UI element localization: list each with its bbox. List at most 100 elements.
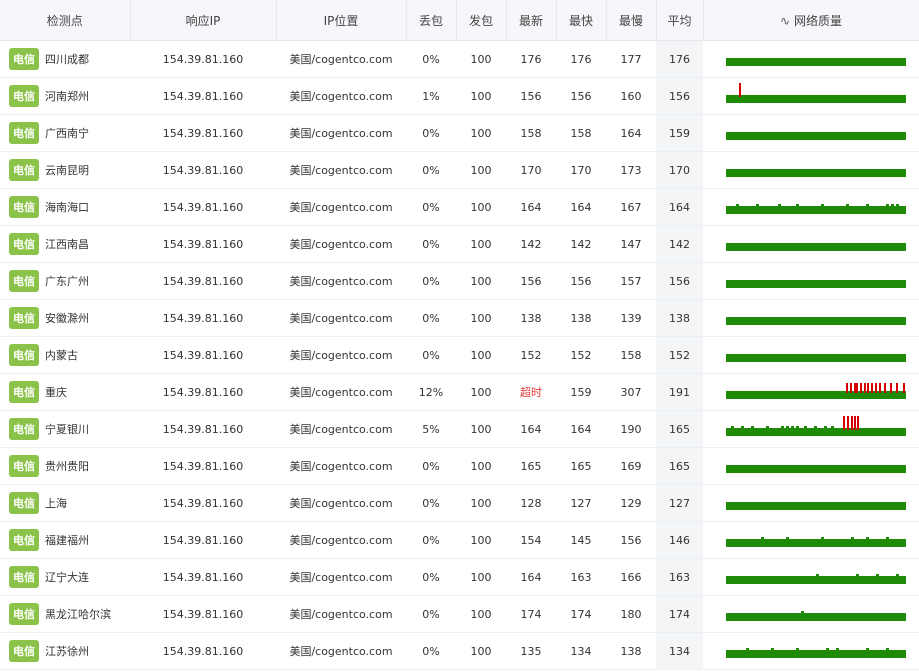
col-header-fastest[interactable]: 最快 (556, 0, 607, 41)
quality-bar (726, 605, 906, 623)
col-header-sent[interactable]: 发包 (456, 0, 507, 41)
table-row[interactable]: 电信 福建福州 154.39.81.160 美国/cogentco.com 0% 100 1… (0, 521, 919, 559)
col-header-avg[interactable]: 平均 (656, 0, 704, 41)
table-row[interactable]: 电信 宁夏银川 154.39.81.160 美国/cogentco.com 5% 100 1… (0, 410, 919, 448)
quality-cell (703, 151, 919, 189)
slowest-cell: 129 (606, 484, 656, 522)
table-row[interactable]: 电信 重庆 154.39.81.160 美国/cogentco.com 12% 100 超时… (0, 373, 919, 411)
latency-nick (751, 426, 754, 429)
sent-cell: 100 (456, 484, 506, 522)
sent-cell: 100 (456, 632, 506, 670)
table-row[interactable]: 电信 内蒙古 154.39.81.160 美国/cogentco.com 0% 100 15… (0, 336, 919, 374)
table-row[interactable]: 电信 海南海口 154.39.81.160 美国/cogentco.com 0% 100 1… (0, 188, 919, 226)
quality-bar (726, 235, 906, 253)
quality-bar (726, 272, 906, 290)
latest-cell: 156 (506, 262, 556, 300)
quality-bar-base (726, 206, 906, 214)
col-header-node[interactable]: 检测点 (0, 0, 131, 41)
latency-nick (804, 426, 807, 429)
fastest-cell: 156 (556, 77, 606, 115)
quality-bar (726, 568, 906, 586)
col-header-location[interactable]: IP位置 (276, 0, 407, 41)
packet-loss-spike (860, 383, 862, 393)
isp-badge: 电信 (9, 233, 39, 255)
node-cell: 电信 辽宁大连 (0, 558, 130, 596)
slowest-cell: 173 (606, 151, 656, 189)
table-row[interactable]: 电信 广西南宁 154.39.81.160 美国/cogentco.com 0% 100 1… (0, 114, 919, 152)
table-row[interactable]: 电信 江西南昌 154.39.81.160 美国/cogentco.com 0% 100 1… (0, 225, 919, 263)
quality-cell (703, 336, 919, 374)
loss-cell: 0% (406, 225, 456, 263)
table-row[interactable]: 电信 四川成都 154.39.81.160 美国/cogentco.com 0% 100 1… (0, 40, 919, 78)
sent-cell: 100 (456, 262, 506, 300)
node-cell: 电信 四川成都 (0, 40, 130, 78)
fastest-cell: 127 (556, 484, 606, 522)
avg-cell: 138 (656, 299, 703, 337)
table-row[interactable]: 电信 上海 154.39.81.160 美国/cogentco.com 0% 100 128… (0, 484, 919, 522)
location-cell: 美国/cogentco.com (276, 632, 406, 670)
ip-cell: 154.39.81.160 (130, 225, 276, 263)
node-cell: 电信 重庆 (0, 373, 130, 411)
col-header-quality-label: 网络质量 (794, 13, 843, 28)
table-body: 电信 四川成都 154.39.81.160 美国/cogentco.com 0% 100 1… (0, 40, 919, 670)
col-header-quality[interactable]: ∿ 网络质量 (703, 0, 919, 41)
fastest-cell: 152 (556, 336, 606, 374)
node-cell: 电信 海南海口 (0, 188, 130, 226)
pulse-icon: ∿ (779, 13, 791, 28)
col-header-loss[interactable]: 丢包 (406, 0, 457, 41)
col-header-ip[interactable]: 响应IP (130, 0, 277, 41)
latency-nick (896, 574, 899, 577)
avg-cell: 176 (656, 40, 703, 78)
ip-cell: 154.39.81.160 (130, 558, 276, 596)
loss-cell: 12% (406, 373, 456, 411)
quality-bar-base (726, 95, 906, 103)
latency-nick (746, 648, 749, 651)
latency-nick (796, 426, 799, 429)
table-row[interactable]: 电信 江苏徐州 154.39.81.160 美国/cogentco.com 0% 100 1… (0, 632, 919, 670)
table-row[interactable]: 电信 安徽滁州 154.39.81.160 美国/cogentco.com 0% 100 1… (0, 299, 919, 337)
node-name: 内蒙古 (45, 349, 78, 362)
fastest-cell: 134 (556, 632, 606, 670)
node-name: 贵州贵阳 (45, 460, 89, 473)
loss-cell: 0% (406, 151, 456, 189)
table-row[interactable]: 电信 黑龙江哈尔滨 154.39.81.160 美国/cogentco.com 0% 10… (0, 595, 919, 633)
loss-cell: 0% (406, 632, 456, 670)
quality-bar-base (726, 243, 906, 251)
table-row[interactable]: 电信 河南郑州 154.39.81.160 美国/cogentco.com 1% 100 1… (0, 77, 919, 115)
avg-cell: 165 (656, 410, 703, 448)
latest-cell: 138 (506, 299, 556, 337)
col-header-slowest[interactable]: 最慢 (606, 0, 657, 41)
avg-cell: 191 (656, 373, 703, 411)
packet-loss-spike (903, 383, 905, 393)
node-name: 黑龙江哈尔滨 (45, 608, 111, 621)
isp-badge: 电信 (9, 529, 39, 551)
node-name: 辽宁大连 (45, 571, 89, 584)
packet-loss-spike (875, 383, 877, 393)
latency-nick (824, 426, 827, 429)
node-cell: 电信 江西南昌 (0, 225, 130, 263)
ip-cell: 154.39.81.160 (130, 410, 276, 448)
slowest-cell: 157 (606, 262, 656, 300)
avg-cell: 156 (656, 77, 703, 115)
quality-cell (703, 595, 919, 633)
quality-cell (703, 262, 919, 300)
latest-cell: 156 (506, 77, 556, 115)
table-row[interactable]: 电信 辽宁大连 154.39.81.160 美国/cogentco.com 0% 100 1… (0, 558, 919, 596)
isp-badge: 电信 (9, 48, 39, 70)
col-header-latest[interactable]: 最新 (506, 0, 557, 41)
fastest-cell: 138 (556, 299, 606, 337)
location-cell: 美国/cogentco.com (276, 40, 406, 78)
quality-bar (726, 161, 906, 179)
loss-cell: 0% (406, 188, 456, 226)
latency-nick (781, 426, 784, 429)
table-row[interactable]: 电信 广东广州 154.39.81.160 美国/cogentco.com 0% 100 1… (0, 262, 919, 300)
quality-bar (726, 416, 906, 438)
packet-loss-spike (843, 416, 845, 430)
quality-cell (703, 114, 919, 152)
loss-cell: 1% (406, 77, 456, 115)
location-cell: 美国/cogentco.com (276, 77, 406, 115)
loss-cell: 0% (406, 262, 456, 300)
table-row[interactable]: 电信 贵州贵阳 154.39.81.160 美国/cogentco.com 0% 100 1… (0, 447, 919, 485)
table-row[interactable]: 电信 云南昆明 154.39.81.160 美国/cogentco.com 0% 100 1… (0, 151, 919, 189)
latency-nick (736, 204, 739, 207)
